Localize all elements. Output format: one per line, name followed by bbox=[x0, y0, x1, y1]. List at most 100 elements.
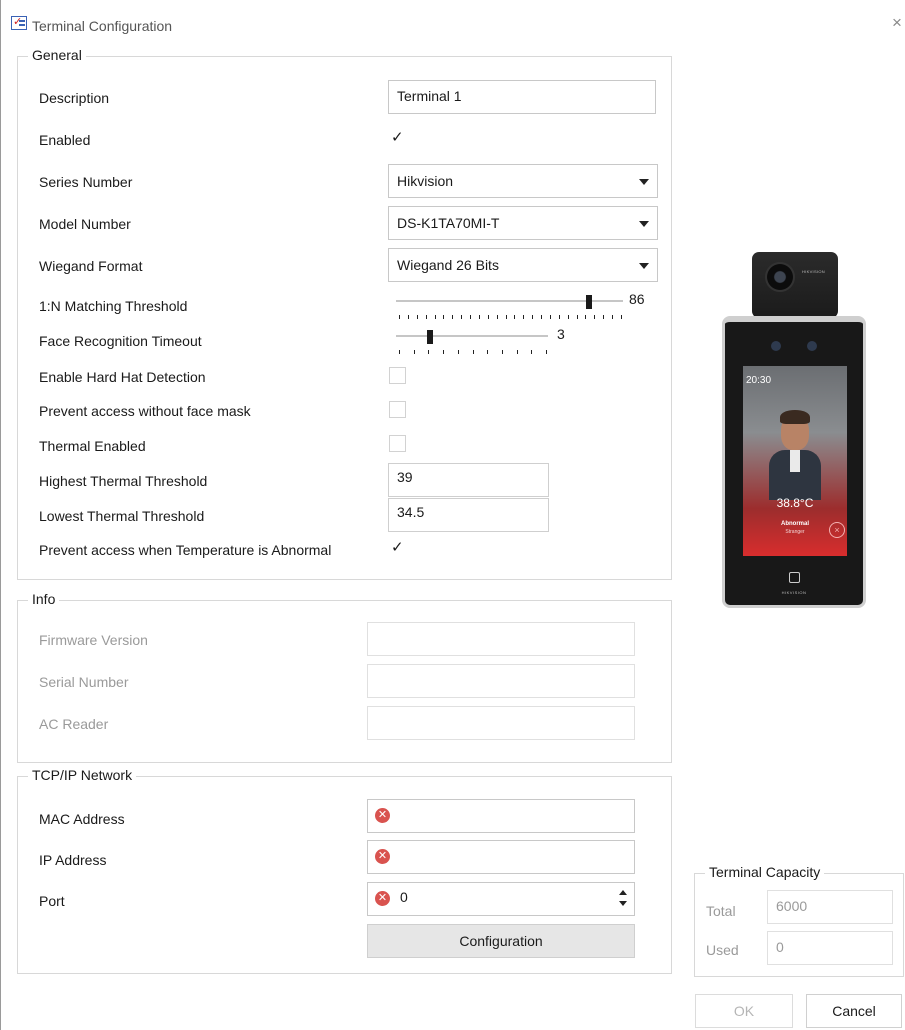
ok-button[interactable]: OK bbox=[695, 994, 793, 1028]
port-stepper[interactable]: ✕ 0 bbox=[367, 882, 635, 916]
thermal-camera: HIKVISION bbox=[752, 252, 838, 318]
series-number-select[interactable]: Hikvision bbox=[388, 164, 658, 198]
close-icon[interactable]: × bbox=[892, 14, 902, 31]
port-label: Port bbox=[39, 893, 65, 909]
person-hair bbox=[780, 410, 810, 424]
chevron-down-icon[interactable] bbox=[619, 901, 627, 906]
title-bar: ✓ Terminal Configuration × bbox=[1, 0, 905, 34]
slider-track bbox=[396, 335, 548, 337]
network-legend: TCP/IP Network bbox=[28, 767, 137, 783]
checkmark-icon: ✓ bbox=[391, 539, 404, 556]
enabled-checkbox[interactable]: ✓ bbox=[388, 129, 405, 147]
error-icon: ✕ bbox=[375, 849, 390, 864]
serial-input bbox=[367, 664, 635, 698]
slider-tick bbox=[399, 350, 400, 354]
slider-tick bbox=[413, 350, 415, 354]
firmware-input bbox=[367, 622, 635, 656]
chevron-up-icon[interactable] bbox=[619, 890, 627, 895]
slider-tick bbox=[452, 315, 454, 319]
series-number-label: Series Number bbox=[39, 174, 133, 190]
face-timeout-slider[interactable]: 3 bbox=[396, 326, 576, 358]
highest-thermal-input[interactable]: 39 bbox=[388, 463, 549, 497]
ip-label: IP Address bbox=[39, 852, 107, 868]
slider-tick bbox=[531, 350, 533, 354]
chevron-down-icon bbox=[639, 179, 649, 185]
checkmark-icon: ✓ bbox=[391, 129, 404, 146]
wiegand-format-select[interactable]: Wiegand 26 Bits bbox=[388, 248, 658, 282]
camera-lens bbox=[765, 262, 795, 292]
used-input: 0 bbox=[767, 931, 893, 965]
slider-ticks bbox=[399, 315, 622, 319]
slider-tick bbox=[416, 315, 418, 319]
face-mask-label: Prevent access without face mask bbox=[39, 403, 251, 419]
general-legend: General bbox=[28, 47, 86, 63]
info-legend: Info bbox=[28, 591, 60, 607]
description-input[interactable]: Terminal 1 bbox=[388, 80, 656, 114]
nfc-icon bbox=[789, 572, 800, 583]
slider-tick bbox=[505, 315, 507, 319]
mac-input[interactable]: ✕ bbox=[367, 799, 635, 833]
slider-tick bbox=[472, 350, 474, 354]
slider-tick bbox=[434, 315, 436, 319]
port-spinner[interactable] bbox=[618, 889, 628, 909]
slider-tick bbox=[612, 315, 614, 319]
device-temperature: 38.8°C bbox=[776, 496, 814, 510]
slider-thumb[interactable] bbox=[586, 295, 592, 309]
slider-tick bbox=[461, 315, 463, 319]
slider-tick bbox=[516, 350, 518, 354]
slider-tick bbox=[549, 315, 551, 319]
configuration-button[interactable]: Configuration bbox=[367, 924, 635, 958]
slider-tick bbox=[603, 315, 605, 319]
slider-tick bbox=[470, 315, 472, 319]
matching-threshold-slider[interactable]: 86 bbox=[396, 291, 656, 323]
matching-threshold-value: 86 bbox=[629, 291, 645, 307]
capacity-legend: Terminal Capacity bbox=[705, 864, 825, 880]
hard-hat-checkbox[interactable] bbox=[389, 367, 406, 384]
mac-label: MAC Address bbox=[39, 811, 125, 827]
ip-input[interactable]: ✕ bbox=[367, 840, 635, 874]
port-value: 0 bbox=[400, 889, 408, 905]
slider-tick bbox=[546, 350, 547, 354]
ac-reader-label: AC Reader bbox=[39, 716, 109, 732]
slider-thumb[interactable] bbox=[427, 330, 433, 344]
model-number-select[interactable]: DS-K1TA70MI-T bbox=[388, 206, 658, 240]
total-input: 6000 bbox=[767, 890, 893, 924]
ac-reader-input bbox=[367, 706, 635, 740]
lowest-thermal-label: Lowest Thermal Threshold bbox=[39, 508, 205, 524]
slider-tick bbox=[487, 350, 489, 354]
lowest-thermal-input[interactable]: 34.5 bbox=[388, 498, 549, 532]
wiegand-format-label: Wiegand Format bbox=[39, 258, 143, 274]
serial-label: Serial Number bbox=[39, 674, 129, 690]
model-number-value: DS-K1TA70MI-T bbox=[397, 215, 500, 231]
slider-tick bbox=[399, 315, 400, 319]
device-time: 20:30 bbox=[746, 375, 772, 386]
description-label: Description bbox=[39, 90, 110, 106]
slider-tick bbox=[407, 315, 409, 319]
thermal-enabled-label: Thermal Enabled bbox=[39, 438, 146, 454]
face-mask-checkbox[interactable] bbox=[389, 401, 406, 418]
slider-tick bbox=[541, 315, 543, 319]
slider-tick bbox=[532, 315, 534, 319]
abnormal-temp-checkbox[interactable]: ✓ bbox=[388, 539, 405, 557]
slider-tick bbox=[621, 315, 622, 319]
cancel-button[interactable]: Cancel bbox=[806, 994, 902, 1028]
matching-threshold-label: 1:N Matching Threshold bbox=[39, 298, 188, 314]
device-panel: 20:30 38.8°C Abnormal Stranger × HIKVISI… bbox=[722, 316, 866, 608]
chevron-down-icon bbox=[639, 221, 649, 227]
sensor-icon bbox=[807, 341, 817, 351]
highest-thermal-label: Highest Thermal Threshold bbox=[39, 473, 208, 489]
terminal-configuration-window: ✓ Terminal Configuration × General Descr… bbox=[0, 0, 905, 1030]
slider-tick bbox=[514, 315, 516, 319]
slider-tick bbox=[496, 315, 498, 319]
abnormal-temp-label: Prevent access when Temperature is Abnor… bbox=[39, 542, 332, 558]
slider-tick bbox=[576, 315, 578, 319]
camera-brand: HIKVISION bbox=[802, 269, 825, 274]
slider-tick bbox=[478, 315, 480, 319]
lines-icon bbox=[19, 20, 25, 26]
device-screen: 20:30 38.8°C Abnormal Stranger × bbox=[743, 366, 847, 556]
slider-tick bbox=[443, 315, 445, 319]
slider-tick bbox=[501, 350, 503, 354]
slider-tick bbox=[443, 350, 445, 354]
face-timeout-value: 3 bbox=[557, 326, 565, 342]
thermal-enabled-checkbox[interactable] bbox=[389, 435, 406, 452]
